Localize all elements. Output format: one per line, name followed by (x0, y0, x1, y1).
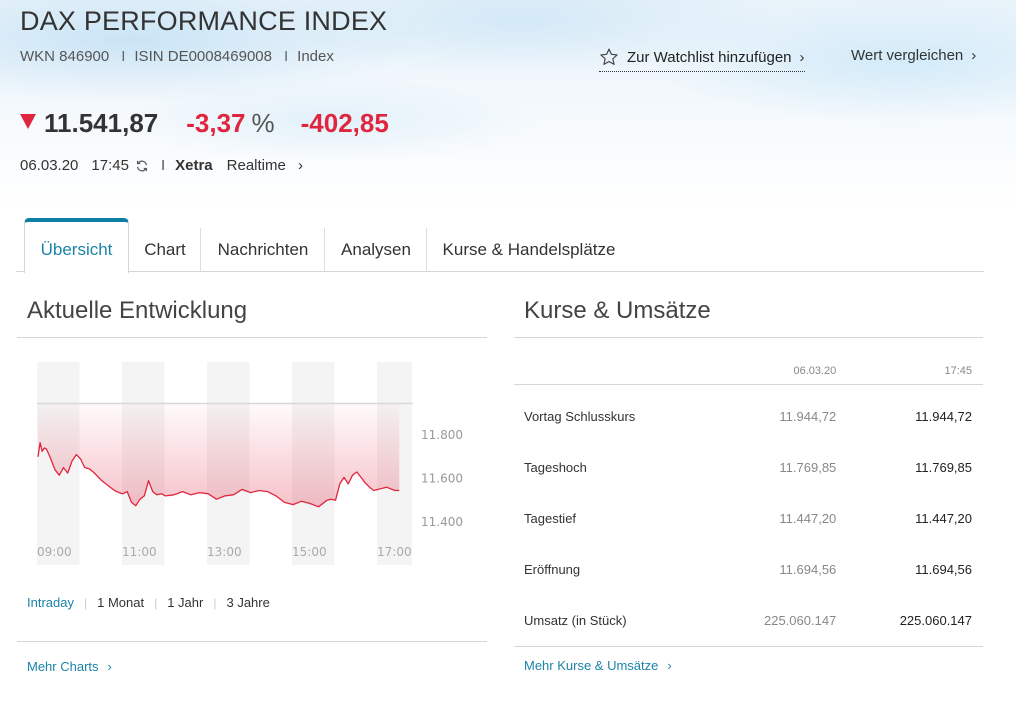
tab-chart[interactable]: Chart (129, 228, 201, 272)
current-price: 11.541,87 (44, 108, 159, 138)
row-value-time: 11.769,85 (915, 460, 972, 475)
period-3-jahre[interactable]: 3 Jahre (226, 595, 269, 610)
divider (17, 641, 487, 642)
chevron-right-icon: › (667, 658, 672, 673)
change-percent: -3,37 (186, 108, 246, 138)
period-selector: Intraday | 1 Monat | 1 Jahr | 3 Jahre (27, 595, 270, 610)
separator: I (284, 48, 289, 65)
x-tick-label: 09:00 (37, 545, 72, 559)
watchlist-label: Zur Watchlist hinzufügen (627, 48, 792, 66)
refresh-icon[interactable] (135, 159, 149, 173)
table-row: Eröffnung 11.694,56 11.694,56 (514, 544, 983, 595)
tab-bar: Übersicht Chart Nachrichten Analysen Kur… (16, 218, 984, 273)
wkn-label: WKN 846900 (20, 48, 110, 65)
more-charts-label: Mehr Charts (27, 659, 99, 674)
period-1-jahr[interactable]: 1 Jahr (167, 595, 203, 610)
row-value-time: 11.447,20 (915, 511, 972, 526)
quote-time: 17:45 (91, 157, 129, 174)
row-label: Vortag Schlusskurs (524, 408, 636, 424)
chevron-right-icon: › (298, 157, 303, 174)
compare-link[interactable]: Wert vergleichen › (851, 47, 976, 64)
row-label: Umsatz (in Stück) (514, 595, 712, 647)
chevron-right-icon: › (799, 48, 805, 66)
row-label: Eröffnung (524, 562, 581, 577)
divider (17, 337, 487, 338)
separator: I (121, 48, 126, 65)
intraday-chart[interactable]: 09:00 11:00 13:00 15:00 17:00 11.800 11.600 11… (17, 355, 487, 580)
prices-title: Kurse & Umsätze (524, 297, 711, 324)
x-tick-label: 11:00 (122, 545, 157, 559)
x-tick-label: 15:00 (292, 545, 327, 559)
row-value-date: 225.060.147 (711, 595, 848, 647)
chevron-right-icon: › (971, 47, 977, 64)
table-row: Umsatz (in Stück) 225.060.147 225.060.14… (514, 595, 983, 647)
quote-date: 06.03.20 (20, 157, 79, 174)
row-label: Tageshoch (524, 460, 587, 475)
exchange-name: Xetra (175, 157, 213, 174)
divider (514, 337, 983, 338)
row-value-date: 11.944,72 (779, 408, 837, 424)
tab-uebersicht[interactable]: Übersicht (24, 218, 129, 273)
realtime-label: Realtime (226, 157, 286, 174)
y-tick-label: 11.600 (421, 472, 463, 486)
separator: | (154, 595, 158, 610)
development-title: Aktuelle Entwicklung (27, 297, 248, 324)
prices-table: 06.03.20 17:45 Vortag Schlusskurs 11.944… (514, 358, 983, 647)
column-header-date: 06.03.20 (711, 358, 848, 385)
isin-label: ISIN DE0008469008 (134, 48, 272, 65)
row-value-time: 225.060.147 (847, 595, 983, 647)
change-absolute: -402,85 (300, 108, 389, 138)
row-label: Tagestief (524, 511, 577, 526)
chart-area (38, 403, 400, 507)
period-intraday[interactable]: Intraday (27, 595, 74, 610)
separator: | (83, 595, 88, 610)
chart-svg: 09:00 11:00 13:00 15:00 17:00 11.800 11.600 11… (37, 362, 463, 565)
compare-label: Wert vergleichen (851, 47, 964, 64)
chevron-right-icon: › (107, 659, 112, 674)
table-row: Tagestief 11.447,20 11.447,20 (514, 493, 983, 544)
star-outline-icon (600, 48, 618, 65)
table-row: Tageshoch 11.769,85 11.769,85 (514, 442, 983, 493)
column-header (514, 358, 712, 385)
instrument-type: Index (297, 48, 334, 65)
column-header-time: 17:45 (847, 358, 983, 385)
tab-nachrichten[interactable]: Nachrichten (200, 228, 325, 272)
y-tick-label: 11.400 (421, 515, 463, 529)
tab-analysen[interactable]: Analysen (324, 228, 427, 272)
x-tick-label: 17:00 (377, 545, 412, 559)
quote-summary: 11.541,87 -3,37 % -402,85 (20, 108, 389, 139)
row-value-time: 11.694,56 (915, 562, 972, 577)
table-header-row: 06.03.20 17:45 (514, 358, 983, 385)
more-prices-label: Mehr Kurse & Umsätze (524, 658, 659, 673)
add-to-watchlist-link[interactable]: Zur Watchlist hinzufügen › (599, 47, 805, 72)
row-value-time: 11.944,72 (915, 408, 972, 424)
y-tick-label: 11.800 (421, 428, 463, 442)
more-charts-link[interactable]: Mehr Charts › (27, 659, 112, 674)
row-value-date: 11.447,20 (779, 511, 837, 526)
x-tick-label: 13:00 (207, 545, 242, 559)
realtime-link[interactable]: Realtime › (227, 157, 303, 174)
percent-sign: % (251, 108, 275, 138)
instrument-identifiers: WKN 846900 I ISIN DE0008469008 I Index (20, 48, 334, 65)
page-title: DAX PERFORMANCE INDEX (20, 6, 388, 36)
row-value-date: 11.769,85 (779, 460, 837, 475)
tab-kurse-handelsplaetze[interactable]: Kurse & Handelsplätze (426, 228, 631, 272)
quote-meta: 06.03.20 17:45 I Xetra Realtime › (20, 157, 303, 174)
separator: I (160, 157, 166, 174)
triangle-down-icon (20, 114, 36, 129)
row-value-date: 11.694,56 (779, 562, 837, 577)
separator: | (213, 595, 217, 610)
table-row: Vortag Schlusskurs 11.944,72 11.944,72 (514, 384, 983, 442)
period-1-monat[interactable]: 1 Monat (97, 595, 144, 610)
more-prices-link[interactable]: Mehr Kurse & Umsätze › (524, 658, 672, 673)
